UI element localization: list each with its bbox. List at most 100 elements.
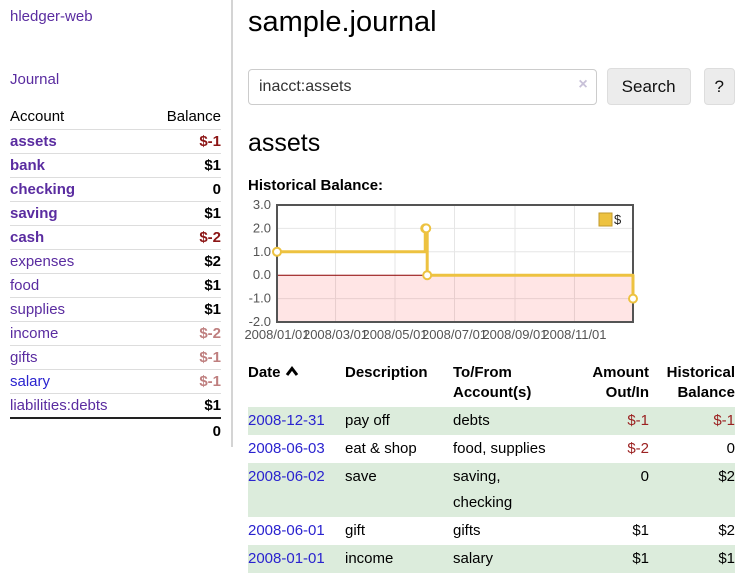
account-balance: $1 [146, 202, 221, 226]
search-box: × [248, 69, 597, 105]
register-header-date-label: Date [248, 364, 281, 381]
help-button[interactable]: ? [704, 68, 735, 105]
svg-text:$: $ [614, 212, 622, 227]
account-name-cell: liabilities:debts [10, 394, 146, 419]
svg-text:2008/05/01: 2008/05/01 [362, 327, 427, 342]
account-link-checking[interactable]: checking [10, 181, 75, 198]
transaction-accounts: saving, checking [453, 463, 574, 517]
account-balance: $1 [146, 298, 221, 322]
transaction-description: income [345, 545, 453, 573]
transaction-date-link[interactable]: 2008-06-02 [248, 468, 325, 485]
register-header-row: Date Description To/From Account(s) Amou… [248, 361, 735, 407]
search-input[interactable] [248, 69, 597, 105]
account-balance: $-2 [146, 226, 221, 250]
account-link-supplies[interactable]: supplies [10, 301, 65, 318]
account-name-cell: salary [10, 370, 146, 394]
spacer [10, 418, 146, 444]
register-header-date[interactable]: Date [248, 361, 345, 407]
transaction-row: 2008-06-03eat & shopfood, supplies$-20 [248, 435, 735, 463]
register-header-amount[interactable]: Amount Out/In [574, 361, 649, 407]
transaction-accounts: salary [453, 545, 574, 573]
app-brand-link[interactable]: hledger-web [10, 8, 221, 25]
svg-text:2.0: 2.0 [253, 220, 271, 235]
sidebar: hledger-web Journal Account Balance asse… [0, 0, 233, 447]
account-name-cell: gifts [10, 346, 146, 370]
svg-text:-1.0: -1.0 [249, 291, 271, 306]
account-row: liabilities:debts $1 [10, 394, 221, 419]
transaction-amount: $-2 [574, 435, 649, 463]
account-link-gifts[interactable]: gifts [10, 349, 38, 366]
account-balance: $1 [146, 274, 221, 298]
svg-text:1.0: 1.0 [253, 244, 271, 259]
account-row: supplies $1 [10, 298, 221, 322]
register-header-accounts[interactable]: To/From Account(s) [453, 361, 574, 407]
account-name-cell: saving [10, 202, 146, 226]
clear-search-icon[interactable]: × [578, 76, 587, 94]
account-balance: $-2 [146, 322, 221, 346]
transaction-date-cell: 2008-01-01 [248, 545, 345, 573]
transaction-accounts: food, supplies [453, 435, 574, 463]
register-table: Date Description To/From Account(s) Amou… [248, 361, 735, 573]
account-balance: $-1 [146, 346, 221, 370]
page-title: sample.journal [248, 6, 735, 39]
account-link-food[interactable]: food [10, 277, 39, 294]
search-form: × Search ? [248, 68, 735, 105]
transaction-balance: $1 [649, 545, 735, 573]
svg-text:0.0: 0.0 [253, 267, 271, 282]
account-row: salary $-1 [10, 370, 221, 394]
account-link-liabilities-debts[interactable]: liabilities:debts [10, 397, 108, 414]
account-row: cash $-2 [10, 226, 221, 250]
svg-text:2008/09/01: 2008/09/01 [482, 327, 547, 342]
transaction-balance: $2 [649, 463, 735, 517]
svg-text:2008/07/01: 2008/07/01 [422, 327, 487, 342]
transaction-accounts: debts [453, 407, 574, 435]
transaction-date-link[interactable]: 2008-12-31 [248, 412, 325, 429]
account-link-bank[interactable]: bank [10, 157, 45, 174]
account-row: assets$-1 [10, 130, 221, 154]
transaction-date-cell: 2008-06-03 [248, 435, 345, 463]
historical-balance-chart: $3.02.01.00.0-1.0-2.02008/01/012008/03/0… [243, 199, 645, 347]
account-name-cell: bank [10, 154, 146, 178]
account-balance: 0 [146, 178, 221, 202]
search-button[interactable]: Search [607, 68, 691, 105]
svg-text:2008/11/01: 2008/11/01 [542, 327, 606, 342]
accounts-table: Account Balance assets$-1bank$1checking0… [10, 106, 221, 444]
transaction-date-link[interactable]: 2008-06-03 [248, 440, 325, 457]
transaction-amount: $1 [574, 545, 649, 573]
svg-text:3.0: 3.0 [253, 199, 271, 212]
register-header-description[interactable]: Description [345, 361, 453, 407]
transaction-date-link[interactable]: 2008-06-01 [248, 522, 325, 539]
main-panel: sample.journal × Search ? assets Histori… [248, 0, 735, 573]
account-balance: $1 [146, 394, 221, 419]
account-link-expenses[interactable]: expenses [10, 253, 74, 270]
transaction-accounts: gifts [453, 517, 574, 545]
transaction-description: gift [345, 517, 453, 545]
transaction-amount: 0 [574, 463, 649, 517]
account-link-income[interactable]: income [10, 325, 58, 342]
accounts-header-account: Account [10, 106, 146, 130]
svg-text:2008/01/01: 2008/01/01 [244, 327, 309, 342]
transaction-row: 2008-06-02 savesaving, checking0$2 [248, 463, 735, 517]
account-heading: assets [248, 129, 735, 158]
account-row: gifts $-1 [10, 346, 221, 370]
transaction-date-cell: 2008-06-02 [248, 463, 345, 517]
transaction-amount: $-1 [574, 407, 649, 435]
account-link-saving[interactable]: saving [10, 205, 58, 222]
transaction-row: 2008-12-31pay offdebts$-1$-1 [248, 407, 735, 435]
transaction-date-cell: 2008-06-01 [248, 517, 345, 545]
transaction-date-link[interactable]: 2008-01-01 [248, 550, 325, 567]
account-link-salary[interactable]: salary [10, 373, 50, 390]
transaction-description: save [345, 463, 453, 517]
account-row: food $1 [10, 274, 221, 298]
sort-asc-icon [285, 363, 299, 383]
register-header-balance[interactable]: Historical Balance [649, 361, 735, 407]
account-link-cash[interactable]: cash [10, 229, 44, 246]
transaction-row: 2008-01-01incomesalary$1$1 [248, 545, 735, 573]
chart-title: Historical Balance: [248, 177, 735, 194]
account-name-cell: income [10, 322, 146, 346]
transaction-description: pay off [345, 407, 453, 435]
account-link-assets[interactable]: assets [10, 133, 57, 150]
account-balance: $-1 [146, 370, 221, 394]
account-row: saving $1 [10, 202, 221, 226]
sidebar-item-journal[interactable]: Journal [10, 71, 221, 88]
